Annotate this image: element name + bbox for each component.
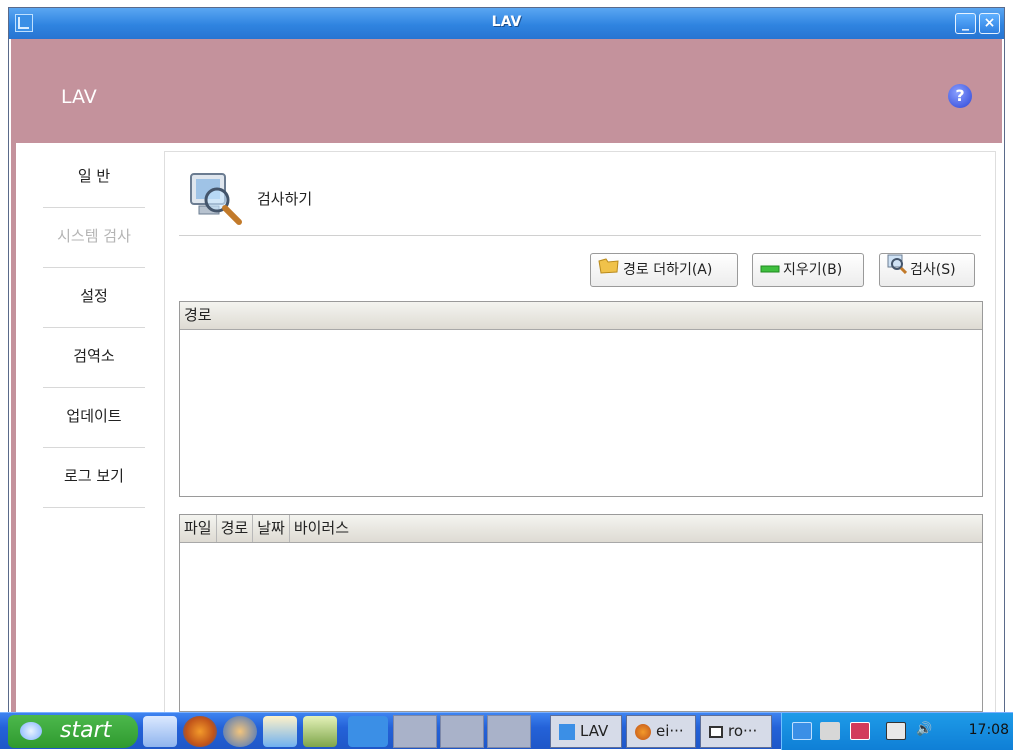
sidebar-item-system-scan: 시스템 검사 [43, 208, 145, 268]
title-bar[interactable]: LAV _ × [9, 8, 1004, 39]
minimize-button[interactable]: _ [955, 13, 976, 34]
folder-icon [598, 254, 620, 286]
app-name: LAV [61, 86, 97, 108]
column-header-path[interactable]: 경로 [180, 302, 982, 329]
system-tray: 🔊 17:08 [781, 713, 1013, 750]
results-header: 파일 경로 날짜 바이러스 [180, 515, 982, 543]
clear-button[interactable]: 지우기(B) [752, 253, 864, 287]
section-divider [179, 235, 981, 236]
quicklaunch-contacts-icon[interactable] [263, 716, 297, 747]
quicklaunch-notes-icon[interactable] [303, 716, 337, 747]
lav-tray-icon[interactable] [792, 722, 812, 740]
path-list-header: 경로 [180, 302, 982, 330]
task-lav[interactable]: LAV [550, 715, 622, 748]
app-window: LAV _ × LAV ? 일 반 시스템 검사 설정 검역소 업데이트 로그 … [8, 7, 1005, 719]
volume-icon[interactable]: 🔊 [916, 722, 940, 740]
quicklaunch-editor-icon[interactable] [143, 716, 177, 747]
start-logo-icon [20, 722, 42, 740]
sidebar-item-view-log[interactable]: 로그 보기 [43, 448, 145, 508]
close-button[interactable]: × [979, 13, 1000, 34]
column-header-path[interactable]: 경로 [217, 515, 254, 542]
app-tray-icon[interactable] [850, 722, 870, 740]
start-button[interactable]: start [8, 715, 138, 748]
quicklaunch-firefox-icon[interactable] [183, 716, 217, 747]
task-label: LAV [580, 722, 609, 740]
desktop-slot-3[interactable] [487, 715, 531, 748]
quicklaunch-lav-icon[interactable] [348, 716, 388, 747]
main-panel: 검사하기 경로 더하기(A) 지우기(B) 검사(S) 경로 파일 경로 날짜 … [164, 151, 996, 718]
task-label: ro··· [728, 722, 758, 740]
desktop-slot-1[interactable] [393, 715, 437, 748]
add-path-label: 경로 더하기(A) [623, 262, 713, 278]
app-header: LAV ? [11, 39, 1002, 143]
printer-icon[interactable] [820, 722, 840, 740]
scan-results-table[interactable]: 파일 경로 날짜 바이러스 [179, 514, 983, 712]
column-header-virus[interactable]: 바이러스 [290, 515, 353, 542]
scan-monitor-icon [187, 170, 247, 228]
clock[interactable]: 17:08 [969, 722, 1009, 738]
column-header-date[interactable]: 날짜 [253, 515, 290, 542]
section-title: 검사하기 [257, 190, 313, 208]
clear-label: 지우기(B) [783, 262, 843, 278]
start-label: start [60, 718, 112, 743]
magnifier-icon [887, 254, 908, 286]
window-icon [709, 725, 723, 738]
sidebar-item-update[interactable]: 업데이트 [43, 388, 145, 448]
network-icon[interactable] [886, 722, 906, 740]
firefox-icon [635, 723, 651, 740]
sidebar-item-quarantine[interactable]: 검역소 [43, 328, 145, 388]
task-firefox[interactable]: ei··· [626, 715, 696, 748]
task-window[interactable]: ro··· [700, 715, 772, 748]
help-icon[interactable]: ? [948, 84, 972, 108]
add-path-button[interactable]: 경로 더하기(A) [590, 253, 738, 287]
minus-icon [760, 254, 780, 286]
scan-label: 검사(S) [910, 262, 956, 278]
lav-icon [559, 723, 575, 740]
sidebar: 일 반 시스템 검사 설정 검역소 업데이트 로그 보기 [43, 148, 145, 508]
accent-stripe [11, 143, 16, 718]
sidebar-item-settings[interactable]: 설정 [43, 268, 145, 328]
path-list[interactable]: 경로 [179, 301, 983, 497]
quicklaunch-thunderbird-icon[interactable] [223, 716, 257, 747]
desktop-slot-2[interactable] [440, 715, 484, 748]
sidebar-item-general[interactable]: 일 반 [43, 148, 145, 208]
taskbar: start LAV ei··· ro··· 🔊 17:08 [0, 712, 1013, 750]
column-header-file[interactable]: 파일 [180, 515, 217, 542]
window-title: LAV [491, 14, 522, 30]
task-label: ei··· [656, 722, 684, 740]
scan-button[interactable]: 검사(S) [879, 253, 975, 287]
